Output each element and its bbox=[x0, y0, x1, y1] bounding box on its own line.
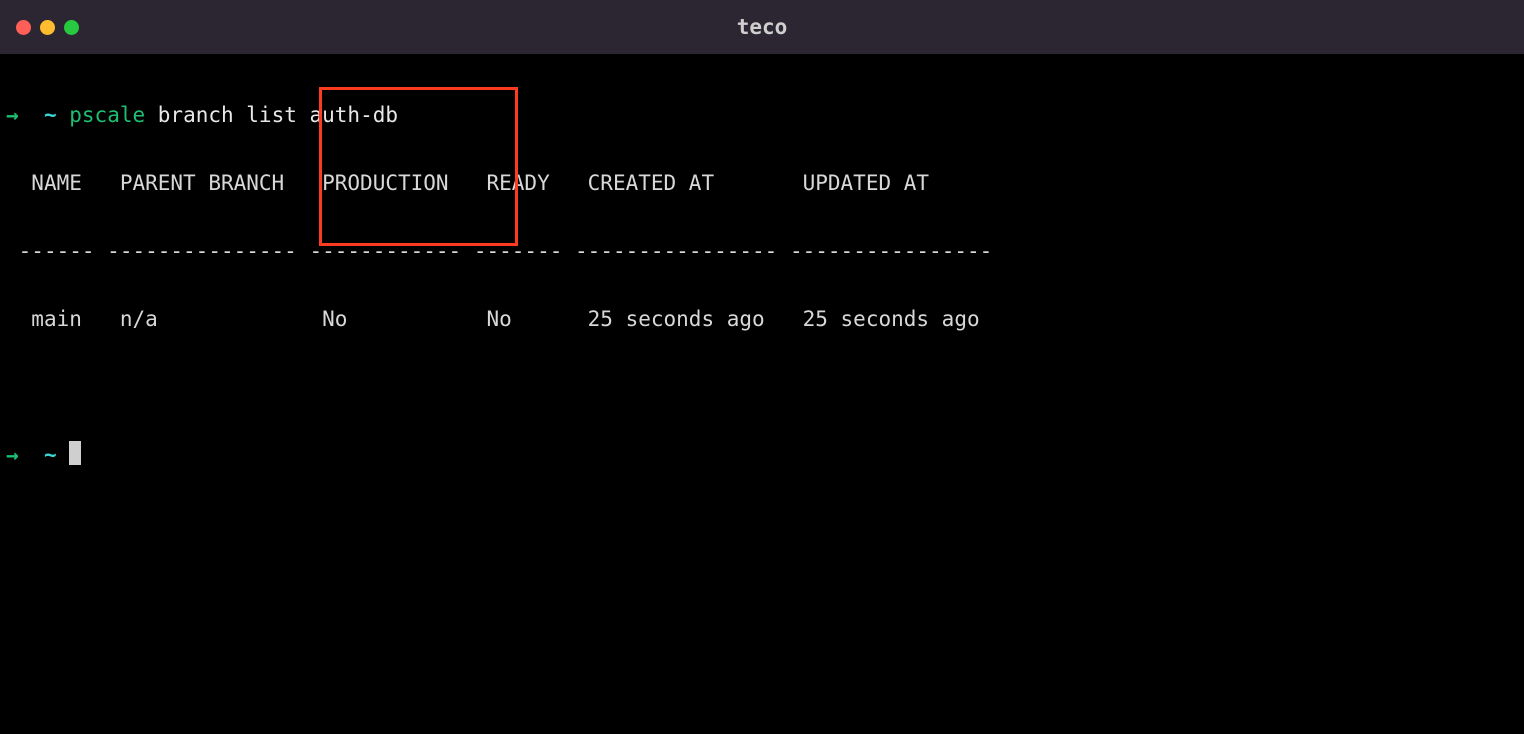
cell-ready: No bbox=[487, 307, 512, 331]
window-title: teco bbox=[0, 15, 1524, 39]
cell-parent-branch: n/a bbox=[120, 307, 158, 331]
close-icon[interactable] bbox=[16, 20, 31, 35]
col-header-created-at: CREATED AT bbox=[588, 171, 714, 195]
window-titlebar: teco bbox=[0, 0, 1524, 54]
table-row: main n/a No No 25 seconds ago 25 seconds… bbox=[6, 302, 1518, 336]
command-args: branch list auth-db bbox=[158, 103, 398, 127]
sep-parent-branch: --------------- bbox=[107, 239, 297, 263]
cell-created-at: 25 seconds ago bbox=[588, 307, 765, 331]
cell-name: main bbox=[31, 307, 82, 331]
cell-updated-at: 25 seconds ago bbox=[803, 307, 980, 331]
command-name: pscale bbox=[69, 103, 145, 127]
col-header-parent-branch: PARENT BRANCH bbox=[120, 171, 284, 195]
col-header-production: PRODUCTION bbox=[322, 171, 448, 195]
col-header-updated-at: UPDATED AT bbox=[803, 171, 929, 195]
col-header-ready: READY bbox=[487, 171, 550, 195]
prompt-cwd: ~ bbox=[44, 103, 57, 127]
terminal-area[interactable]: → ~ pscale branch list auth-db NAME PARE… bbox=[0, 54, 1524, 574]
table-header-row: NAME PARENT BRANCH PRODUCTION READY CREA… bbox=[6, 166, 1518, 200]
prompt-arrow-icon: → bbox=[6, 103, 19, 127]
prompt-arrow-icon: → bbox=[6, 443, 19, 467]
maximize-icon[interactable] bbox=[64, 20, 79, 35]
prompt-line[interactable]: → ~ bbox=[6, 438, 1518, 472]
sep-created-at: ---------------- bbox=[575, 239, 777, 263]
sep-updated-at: ---------------- bbox=[790, 239, 992, 263]
prompt-cwd: ~ bbox=[44, 443, 57, 467]
sep-ready: ------- bbox=[474, 239, 563, 263]
blank-line bbox=[6, 370, 1518, 404]
window-controls bbox=[16, 20, 79, 35]
table-separator-row: ------ --------------- ------------ ----… bbox=[6, 234, 1518, 268]
sep-name: ------ bbox=[19, 239, 95, 263]
sep-production: ------------ bbox=[309, 239, 461, 263]
cell-production: No bbox=[322, 307, 347, 331]
col-header-name: NAME bbox=[31, 171, 82, 195]
cursor-icon bbox=[69, 441, 81, 465]
command-line: → ~ pscale branch list auth-db bbox=[6, 98, 1518, 132]
minimize-icon[interactable] bbox=[40, 20, 55, 35]
